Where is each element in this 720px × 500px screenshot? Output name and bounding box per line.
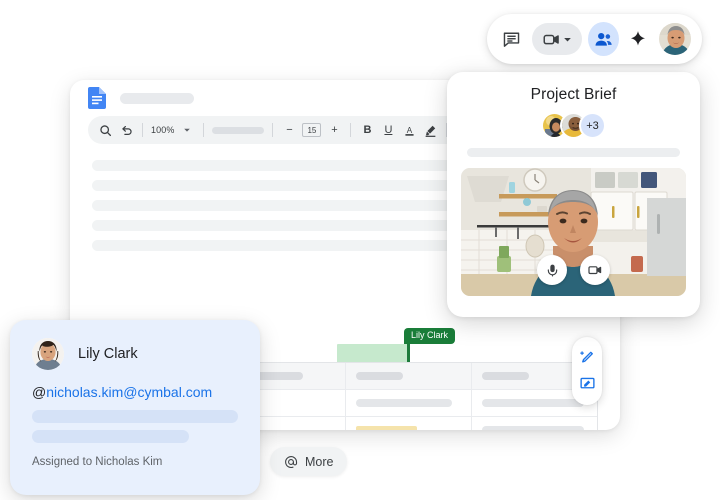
more-button-label: More [305,454,334,469]
collaboration-toolbar [487,14,702,64]
google-docs-icon [88,87,106,109]
chevron-down-icon[interactable] [179,122,195,138]
microphone-icon[interactable] [537,255,567,285]
text-color-button[interactable]: A [401,122,417,138]
video-controls [461,255,686,285]
document-title-placeholder[interactable] [120,92,194,104]
comment-mention-email[interactable]: nicholas.kim@cymbal.com [46,384,212,400]
text-style-dropdown[interactable] [212,126,265,134]
bold-button[interactable]: B [359,122,375,138]
comment-body-placeholder [32,410,238,423]
comment-assignment-label: Assigned to Nicholas Kim [32,456,163,468]
svg-text:A: A [407,125,413,134]
collaborator-label-lily: Lily Clark [404,328,456,344]
sparkle-icon[interactable] [625,23,652,55]
decrease-font-size-button[interactable]: − [281,122,297,138]
undo-icon[interactable] [118,122,134,138]
table-cell[interactable] [472,417,597,430]
toolbar-divider [272,123,274,137]
video-feed[interactable] [461,168,686,296]
participant-avatars: +3 [461,112,686,139]
toolbar-divider [350,123,352,137]
collaborator-selection-lily [337,344,409,364]
comment-author-row: Lily Clark [32,338,238,370]
underline-button[interactable]: U [380,122,396,138]
comment-mention-prefix: @ [32,384,47,400]
brief-subtitle-placeholder [467,148,680,157]
magic-pen-icon[interactable] [578,350,596,368]
lily-clark-avatar[interactable] [32,338,64,370]
toolbar-divider [142,123,143,137]
app-stage: 100% − 15 + B U A Lily Clark More Projec… [0,0,720,500]
zoom-level-label[interactable]: 100% [151,125,174,135]
video-camera-button[interactable] [531,23,583,55]
comment-mention: @nicholas.kim@cymbal.com [32,384,238,400]
font-size-input[interactable]: 15 [302,123,322,137]
table-cell[interactable] [346,390,472,416]
search-icon[interactable] [97,122,113,138]
project-brief-card: Project Brief +3 [447,72,700,317]
comment-card: Lily Clark @nicholas.kim@cymbal.com Assi… [10,320,260,495]
chevron-down-icon [564,37,571,41]
at-sign-icon [284,455,298,469]
toolbar-divider [203,123,205,137]
table-header-cell [346,363,472,389]
increase-font-size-button[interactable]: + [326,122,342,138]
project-brief-title: Project Brief [530,86,617,103]
highlighter-icon[interactable] [422,122,438,138]
people-icon[interactable] [588,22,619,56]
more-button[interactable]: More [270,447,348,476]
comment-edit-icon[interactable] [578,375,596,393]
avatar-overflow-badge[interactable]: +3 [579,112,606,139]
ai-tools-rail [572,337,602,405]
table-cell-highlighted[interactable] [346,417,472,430]
chat-icon[interactable] [497,23,526,55]
comment-author-name: Lily Clark [78,346,138,362]
comment-body-placeholder [32,430,189,443]
video-camera-icon[interactable] [580,255,610,285]
user-avatar[interactable] [658,22,692,56]
